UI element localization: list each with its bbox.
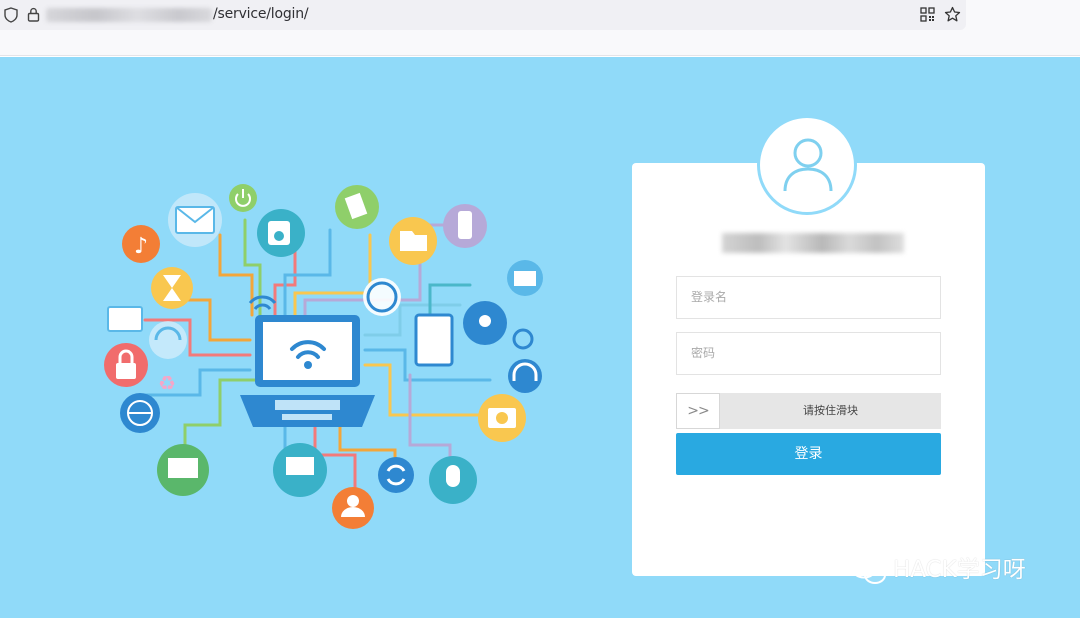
svg-text:♪: ♪	[134, 234, 148, 259]
browser-toolbar: /service/login/	[0, 0, 1080, 56]
slider-captcha[interactable]: >> 请按住滑块	[676, 393, 941, 429]
login-button[interactable]: 登录	[676, 433, 941, 475]
avatar	[757, 115, 857, 215]
network-illustration: ♪ ♻	[104, 184, 543, 529]
url-path[interactable]: /service/login/	[213, 6, 309, 22]
blurred-site-name	[722, 233, 904, 253]
password-placeholder: 密码	[691, 346, 716, 360]
username-input[interactable]: 登录名	[676, 276, 941, 319]
svg-text:♻: ♻	[158, 371, 176, 395]
watermark-text: HACK学习呀	[893, 557, 1026, 583]
slider-instruction: 请按住滑块	[803, 404, 858, 417]
shield-icon[interactable]	[4, 7, 18, 23]
password-input[interactable]: 密码	[676, 332, 941, 375]
blurred-domain	[46, 8, 212, 22]
user-icon	[783, 138, 833, 192]
bookmark-star-icon[interactable]	[944, 6, 961, 23]
address-bar[interactable]: /service/login/	[0, 0, 966, 30]
lock-icon[interactable]	[27, 7, 40, 22]
qr-code-icon[interactable]	[920, 7, 935, 22]
username-placeholder: 登录名	[691, 290, 728, 304]
slider-handle[interactable]: >>	[676, 393, 720, 429]
watermark: HACK学习呀	[849, 554, 1026, 586]
wechat-icon	[851, 557, 886, 584]
